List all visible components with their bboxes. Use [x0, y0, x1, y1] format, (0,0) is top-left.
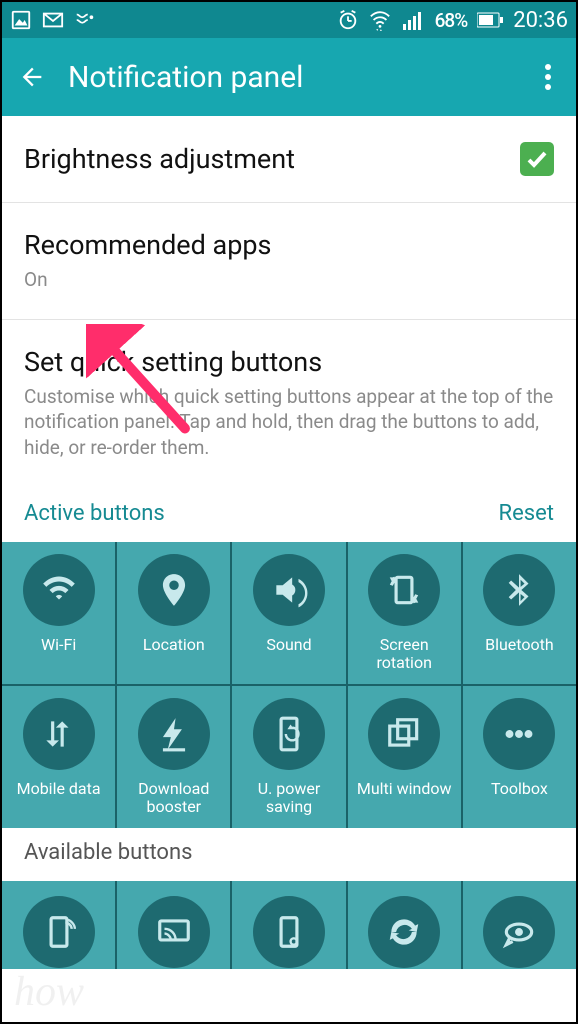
- section-title: Active buttons: [24, 501, 165, 526]
- smart-icon: [483, 896, 555, 968]
- qs-label: Wi-Fi: [37, 636, 80, 654]
- qs-label: Multi window: [353, 780, 456, 798]
- bluetooth-icon: [483, 554, 555, 626]
- available-buttons-header: Available buttons: [2, 828, 576, 881]
- battery-percent: 68%: [435, 9, 468, 32]
- nfc-icon: [253, 896, 325, 968]
- qs-label: Bluetooth: [481, 636, 558, 654]
- location-icon: [138, 554, 210, 626]
- mail-icon: [42, 9, 64, 31]
- watermark: how: [14, 968, 84, 1016]
- mirror-icon: [138, 896, 210, 968]
- set-quick-settings-item[interactable]: Set quick setting buttons Customise whic…: [2, 320, 576, 487]
- item-title: Recommended apps: [24, 229, 554, 261]
- app-bar: Notification panel: [2, 38, 576, 116]
- qs-tile-smart[interactable]: [463, 881, 576, 969]
- item-title: Set quick setting buttons: [24, 346, 554, 378]
- clock: 20:36: [513, 8, 568, 33]
- qs-tile-upsaving[interactable]: U. power saving: [232, 686, 345, 828]
- item-title: Brightness adjustment: [24, 143, 295, 175]
- qs-label: Sound: [262, 636, 315, 654]
- qs-tile-mdata[interactable]: Mobile data: [2, 686, 115, 828]
- qs-tile-bluetooth[interactable]: Bluetooth: [463, 542, 576, 684]
- qs-tile-sync[interactable]: [348, 881, 461, 969]
- back-button[interactable]: [18, 63, 46, 91]
- recommended-apps-item[interactable]: Recommended apps On: [2, 203, 576, 320]
- available-buttons-grid: [2, 881, 576, 969]
- qs-label: Download booster: [117, 780, 230, 817]
- image-icon: [10, 9, 32, 31]
- qs-tile-location[interactable]: Location: [117, 542, 230, 684]
- brightness-adjustment-item[interactable]: Brightness adjustment: [2, 116, 576, 203]
- qs-tile-rotation[interactable]: Screen rotation: [348, 542, 461, 684]
- qs-tile-hotspot[interactable]: [2, 881, 115, 969]
- wifi-icon: [23, 554, 95, 626]
- multiwin-icon: [368, 698, 440, 770]
- upsaving-icon: [253, 698, 325, 770]
- qs-tile-mirror[interactable]: [117, 881, 230, 969]
- alarm-icon: [337, 9, 359, 31]
- qs-label: Location: [139, 636, 209, 654]
- qs-label: Screen rotation: [348, 636, 461, 673]
- qs-label: Toolbox: [487, 780, 552, 798]
- qs-tile-nfc[interactable]: [232, 881, 345, 969]
- rotation-icon: [368, 554, 440, 626]
- reset-button[interactable]: Reset: [499, 501, 554, 526]
- qs-label: Mobile data: [13, 780, 105, 798]
- brightness-checkbox[interactable]: [520, 142, 554, 176]
- qs-label: U. power saving: [232, 780, 345, 817]
- wifi-status-icon: [369, 9, 391, 31]
- signal-icon: [401, 8, 425, 32]
- swipe-icon: [74, 9, 96, 31]
- toolbox-icon: [483, 698, 555, 770]
- battery-icon: [477, 12, 503, 28]
- status-bar: 68% 20:36: [2, 2, 576, 38]
- sound-icon: [253, 554, 325, 626]
- qs-tile-dlboost[interactable]: Download booster: [117, 686, 230, 828]
- active-buttons-header: Active buttons Reset: [2, 487, 576, 542]
- overflow-menu-button[interactable]: [536, 55, 560, 99]
- qs-tile-multiwin[interactable]: Multi window: [348, 686, 461, 828]
- active-buttons-grid: Wi-Fi Location Sound Screen rotation Bluetoo…: [2, 542, 576, 828]
- qs-tile-wifi[interactable]: Wi-Fi: [2, 542, 115, 684]
- qs-tile-toolbox[interactable]: Toolbox: [463, 686, 576, 828]
- item-subtitle: On: [24, 267, 554, 293]
- item-subtitle: Customise which quick setting buttons ap…: [24, 384, 554, 461]
- sync-icon: [368, 896, 440, 968]
- hotspot-icon: [23, 896, 95, 968]
- dlboost-icon: [138, 698, 210, 770]
- qs-tile-sound[interactable]: Sound: [232, 542, 345, 684]
- page-title: Notification panel: [68, 60, 303, 95]
- mdata-icon: [23, 698, 95, 770]
